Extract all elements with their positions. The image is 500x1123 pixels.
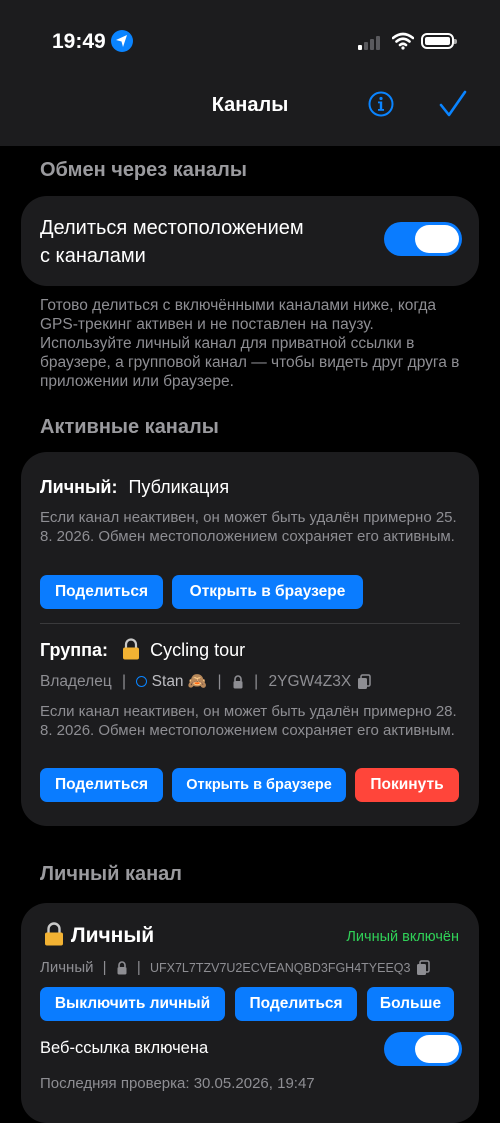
group-user: Stan (151, 673, 184, 690)
group-open-browser-button[interactable]: Открыть в браузере (172, 768, 346, 802)
section-personal-title: Личный канал (40, 863, 182, 885)
personal-key: UFX7L7TZV7U2ECVEANQBD3FGH4TYEEQ3 (149, 961, 411, 975)
lock-icon (123, 638, 140, 660)
sharing-toggle[interactable] (384, 222, 462, 256)
weblink-toggle[interactable] (384, 1032, 462, 1066)
group-share-button[interactable]: Поделиться (40, 768, 163, 802)
section-active-title: Активные каналы (40, 416, 219, 438)
user-emoji: 🙈 (187, 673, 208, 690)
battery-icon (421, 33, 457, 49)
personal-meta: Личный | | UFX7L7TZV7U2ECVEANQBD3FGH4TYE… (40, 958, 431, 978)
user-dot (136, 676, 148, 688)
disable-personal-button[interactable]: Выключить личный (40, 987, 225, 1021)
signal-icon (358, 36, 380, 50)
checkmark-icon[interactable] (438, 89, 468, 119)
personal-share-button[interactable]: Поделиться (40, 575, 163, 609)
more-button[interactable]: Больше (367, 987, 454, 1021)
sharing-toggle-label: Делиться местоположением с каналами (40, 217, 304, 267)
copy-icon[interactable] (415, 960, 431, 976)
group-note: Если канал неактивен, он может быть удал… (40, 703, 457, 739)
page-title: Каналы (211, 94, 289, 116)
lock-icon (45, 922, 63, 946)
section-sharing-title: Обмен через каналы (40, 159, 247, 181)
personal-channel-title: Личный (43, 922, 154, 948)
group-meta: Владелец | Stan 🙈 | | 2YGW4Z3X (40, 672, 372, 691)
group-channel-name: Cycling tour (150, 640, 246, 660)
sharing-toggle-card: Делиться местоположением с каналами (21, 196, 479, 286)
sharing-description: Готово делиться с включёнными каналами н… (40, 297, 460, 390)
personal-open-browser-button[interactable]: Открыть в браузере (172, 575, 363, 609)
lock-icon (233, 675, 243, 689)
info-icon[interactable] (368, 91, 394, 117)
lock-icon (117, 961, 127, 975)
personal-channel-row: Личный: Публикация (40, 477, 229, 498)
wifi-icon (392, 32, 414, 50)
weblink-label: Веб-ссылка включена (40, 1039, 209, 1057)
location-arrow-icon (111, 30, 133, 52)
last-check-text: Последняя проверка: 30.05.2026, 19:47 (40, 1075, 315, 1092)
personal-kind-label: Личный: (40, 477, 118, 497)
group-channel-row: Группа: Cycling tour (40, 638, 246, 661)
copy-icon[interactable] (356, 674, 372, 690)
group-code: 2YGW4Z3X (268, 673, 352, 690)
personal-share-button-2[interactable]: Поделиться (235, 987, 357, 1021)
divider (40, 623, 460, 624)
navigation-bar: 19:49 Каналы (0, 0, 500, 146)
group-kind-label: Группа: (40, 640, 109, 660)
personal-channel-name: Публикация (128, 477, 230, 497)
personal-status-badge: Личный включён (346, 929, 459, 945)
status-time: 19:49 (52, 30, 106, 53)
personal-note: Если канал неактивен, он может быть удал… (40, 509, 457, 545)
status-bar: 19:49 (0, 28, 500, 58)
group-leave-button[interactable]: Покинуть (355, 768, 459, 802)
